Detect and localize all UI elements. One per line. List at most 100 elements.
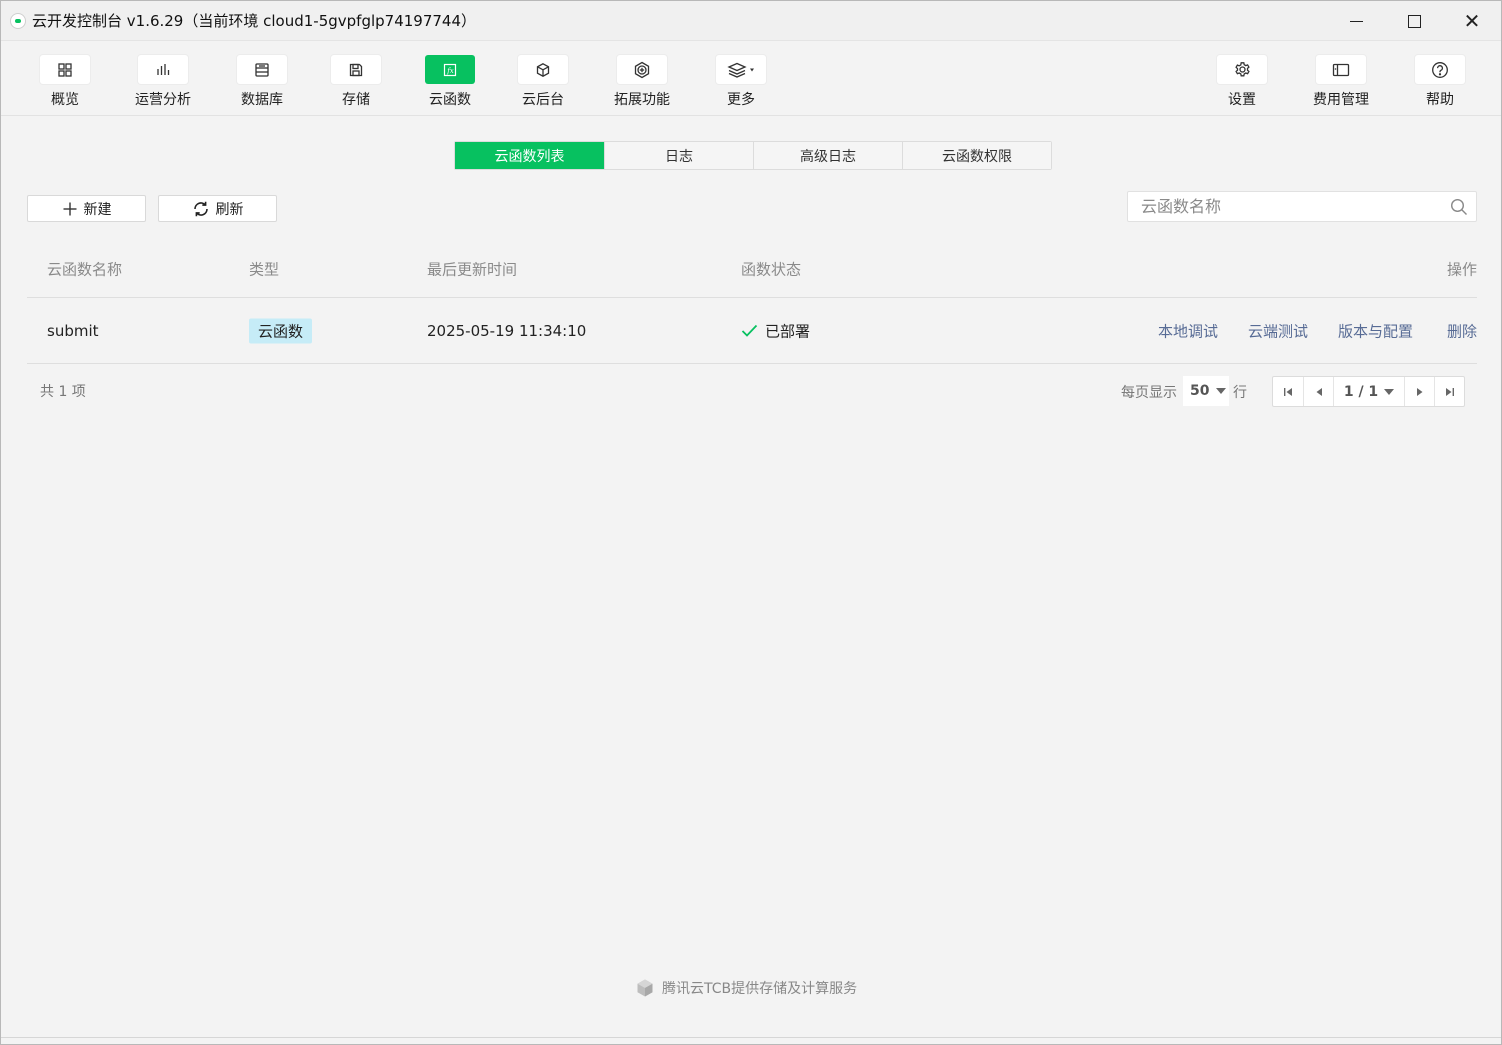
search-box [1127,191,1477,222]
total-count: 共 1 项 [40,384,86,400]
first-page-icon [1284,387,1292,396]
toolbar-item-extensions[interactable]: 拓展功能 [602,55,682,109]
gear-icon [1234,62,1250,77]
tab-logs[interactable]: 日志 [604,142,753,169]
delete-link[interactable]: 删除 [1447,320,1477,341]
tab-function-list[interactable]: 云函数列表 [455,142,604,169]
database-icon [255,62,269,77]
toolbar-item-help[interactable]: 帮助 [1400,55,1480,109]
maximize-button[interactable] [1385,1,1443,41]
status-text: 已部署 [765,322,811,340]
check-icon [741,324,758,338]
tab-advanced-logs[interactable]: 高级日志 [753,142,902,169]
version-config-link[interactable]: 版本与配置 [1338,320,1413,341]
plus-hexagon-icon [634,61,650,78]
per-page-label: 每页显示 [1121,385,1177,401]
function-name: submit [47,321,99,340]
column-header-updated: 最后更新时间 [427,260,518,279]
last-page-icon [1445,387,1454,396]
updated-time: 2025-05-19 11:34:10 [427,321,587,340]
minimize-icon [1349,20,1363,22]
chevron-down-icon [1384,388,1395,395]
credit-text: 腾讯云TCB提供存储及计算服务 [662,981,858,997]
toolbar-item-more[interactable]: 更多 [701,55,781,109]
table-row: submit 云函数 2025-05-19 11:34:10 已部署 本地调试 … [27,298,1477,364]
footer-credit: 腾讯云TCB提供存储及计算服务 [635,978,857,998]
svg-text:fx: fx [446,67,454,75]
plus-icon [63,202,76,215]
status-bar-divider [1,1037,1501,1038]
search-input[interactable] [1128,192,1438,221]
per-page-value: 50 [1190,383,1210,399]
window-controls: ✕ [1327,1,1501,41]
per-page-select[interactable]: 50 [1183,376,1229,406]
close-button[interactable]: ✕ [1443,1,1501,41]
current-page: 1 / 1 [1343,383,1379,400]
app-window: 云开发控制台 v1.6.29（当前环境 cloud1-5gvpfglp74197… [0,0,1502,1045]
toolbar-item-analytics[interactable]: 运营分析 [123,55,203,109]
search-icon[interactable] [1450,198,1468,220]
function-icon: fx [443,63,457,76]
tab-function-permissions[interactable]: 云函数权限 [902,142,1051,169]
toolbar-item-overview[interactable]: 概览 [25,55,105,109]
toolbar-label: 运营分析 [135,92,191,108]
refresh-button[interactable]: 刷新 [158,195,277,222]
column-header-name: 云函数名称 [47,260,123,279]
prev-page-button[interactable] [1303,377,1333,406]
grid-icon [58,62,72,77]
prev-page-icon [1316,387,1322,396]
title-bar: 云开发控制台 v1.6.29（当前环境 cloud1-5gvpfglp74197… [1,1,1501,41]
chevron-down-icon [1216,388,1227,394]
type-badge: 云函数 [249,318,313,343]
tencent-cloud-logo-icon [635,978,655,998]
toolbar-label: 数据库 [241,92,283,108]
local-debug-link[interactable]: 本地调试 [1158,320,1218,341]
layers-icon [727,62,754,78]
app-logo-icon [10,12,26,29]
column-header-status: 函数状态 [741,260,802,279]
close-icon: ✕ [1463,9,1481,33]
toolbar-item-cloud-backend[interactable]: 云后台 [503,55,583,109]
new-button[interactable]: 新建 [27,195,146,222]
bar-chart-icon [157,63,170,75]
column-header-type: 类型 [249,260,280,279]
toolbar-item-database[interactable]: 数据库 [222,55,302,109]
window-title: 云开发控制台 v1.6.29（当前环境 cloud1-5gvpfglp74197… [32,12,477,30]
help-icon [1432,61,1448,78]
toolbar-label: 更多 [727,92,755,108]
last-page-button[interactable] [1434,377,1464,406]
function-tabs: 云函数列表 日志 高级日志 云函数权限 [454,141,1052,170]
toolbar-item-billing[interactable]: 费用管理 [1301,55,1381,109]
minimize-button[interactable] [1327,1,1385,41]
toolbar-label: 概览 [51,92,79,108]
toolbar-label: 设置 [1228,92,1256,108]
toolbar-label: 帮助 [1426,92,1454,108]
new-button-label: 新建 [83,201,112,218]
table-header: 云函数名称 类型 最后更新时间 函数状态 操作 [27,241,1477,298]
maximize-icon [1407,14,1421,28]
status-cell: 已部署 [741,320,810,341]
main-toolbar: 概览 运营分析 数据库 存储 fx 云函数 云后台 拓展功能 更多 设置 费用管… [1,41,1501,116]
next-page-button[interactable] [1404,377,1434,406]
toolbar-item-cloud-functions[interactable]: fx 云函数 [410,55,490,109]
first-page-button[interactable] [1273,377,1303,406]
page-select[interactable]: 1 / 1 [1333,377,1404,406]
rows-label: 行 [1233,385,1247,401]
toolbar-label: 费用管理 [1313,92,1369,108]
chevron-down-icon [750,68,754,71]
toolbar-label: 拓展功能 [614,92,670,108]
pager: 1 / 1 [1272,376,1465,407]
toolbar-label: 云函数 [429,92,471,108]
toolbar-item-storage[interactable]: 存储 [316,55,396,109]
refresh-icon [193,201,208,216]
refresh-button-label: 刷新 [215,201,244,218]
column-header-actions: 操作 [1446,260,1477,279]
cloud-test-link[interactable]: 云端测试 [1248,320,1308,341]
toolbar-label: 云后台 [522,92,564,108]
cube-icon [536,62,550,77]
billing-icon [1332,63,1350,76]
next-page-icon [1416,387,1422,396]
toolbar-item-settings[interactable]: 设置 [1202,55,1282,109]
toolbar-label: 存储 [342,92,370,108]
save-icon [349,63,363,76]
